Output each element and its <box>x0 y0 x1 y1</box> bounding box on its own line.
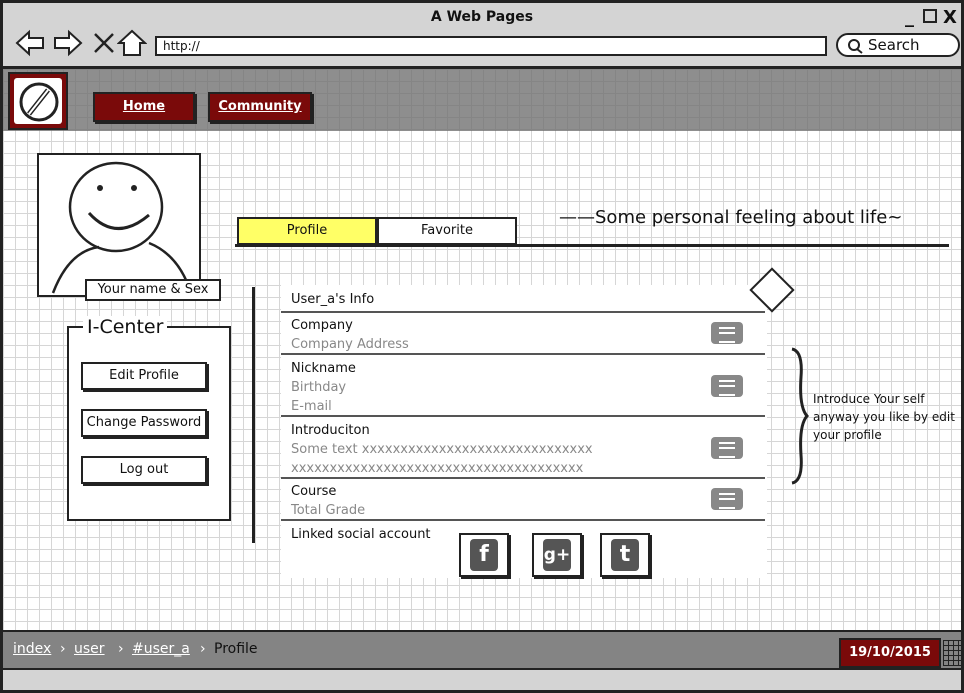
resize-grip-icon[interactable] <box>943 640 961 666</box>
tab-favorite[interactable]: Favorite <box>377 217 517 245</box>
breadcrumb-user[interactable]: user <box>74 641 105 657</box>
nav-home[interactable]: Home <box>93 92 195 122</box>
breadcrumb-current: Profile <box>214 641 258 657</box>
i-center-title: I-Center <box>83 316 168 338</box>
tab-underline <box>235 244 949 247</box>
window-title: A Web Pages <box>430 9 534 25</box>
site-header: Home Community <box>3 69 961 131</box>
breadcrumb-user-a[interactable]: #user_a <box>132 641 190 657</box>
list-item-course: Course Total Grade <box>281 479 765 521</box>
tab-profile[interactable]: Profile <box>237 217 377 245</box>
breadcrumb-index[interactable]: index <box>13 641 51 657</box>
total-grade-label: Total Grade <box>291 503 366 518</box>
status-bar <box>3 668 961 690</box>
birthday-label: Birthday <box>291 380 347 395</box>
change-password-button[interactable]: Change Password <box>81 409 207 437</box>
browser-window: A Web Pages _ X http:// Search Home Comm… <box>0 0 964 693</box>
close-window-icon[interactable]: X <box>943 7 957 28</box>
page-footer: index › user › #user_a › Profile 19/10/2… <box>3 630 961 668</box>
search-icon <box>848 39 863 54</box>
list-item-introduction: Introduciton Some text xxxxxxxxxxxxxxxxx… <box>281 417 765 479</box>
address-bar[interactable]: http:// <box>155 36 827 56</box>
date-badge: 19/10/2015 <box>839 638 941 668</box>
search-label: Search <box>868 36 920 54</box>
info-panel: User_a's Info Company Company Address Ni… <box>281 285 767 578</box>
breadcrumb-separator: › <box>200 641 206 657</box>
curly-brace-icon <box>791 347 809 485</box>
google-plus-button[interactable]: g+ <box>532 533 582 577</box>
introduction-text-line-2: xxxxxxxxxxxxxxxxxxxxxxxxxxxxxxxxxxxxxx <box>291 461 584 476</box>
i-center-panel: I-Center Edit Profile Change Password Lo… <box>67 316 231 521</box>
minimize-icon[interactable]: _ <box>905 7 914 28</box>
back-arrow-icon[interactable] <box>15 29 45 57</box>
list-item-nickname: Nickname Birthday E-mail <box>281 355 765 417</box>
google-plus-icon: g+ <box>543 539 571 571</box>
site-logo[interactable] <box>8 72 68 130</box>
name-sex-label: Your name & Sex <box>85 279 221 301</box>
facebook-icon: f <box>470 539 498 571</box>
company-address-label: Company Address <box>291 337 409 352</box>
page-content: Home Community Your name & Sex I-Center … <box>3 69 961 630</box>
nickname-label: Nickname <box>291 361 356 376</box>
menu-icon[interactable] <box>711 375 743 397</box>
facebook-button[interactable]: f <box>459 533 509 577</box>
twitter-button[interactable]: t <box>600 533 650 577</box>
breadcrumb-separator: › <box>60 641 66 657</box>
personal-tagline: ——Some personal feeling about life~ <box>559 207 903 228</box>
introduction-text-line-1: Some text xxxxxxxxxxxxxxxxxxxxxxxxxxxxxx <box>291 442 593 457</box>
email-label: E-mail <box>291 399 332 414</box>
course-label: Course <box>291 484 337 499</box>
twitter-icon: t <box>611 539 639 571</box>
search-input[interactable]: Search <box>836 33 960 57</box>
list-item-company: Company Company Address <box>281 313 765 355</box>
breadcrumb-separator: › <box>118 641 124 657</box>
menu-icon[interactable] <box>711 322 743 344</box>
home-icon[interactable] <box>117 29 147 57</box>
introduction-label: Introduciton <box>291 423 370 438</box>
company-label: Company <box>291 318 353 333</box>
annotation-note: Introduce Your self anyway you like by e… <box>813 392 955 442</box>
edit-profile-button[interactable]: Edit Profile <box>81 362 207 390</box>
info-header-row: User_a's Info <box>281 285 765 313</box>
logout-button[interactable]: Log out <box>81 456 207 484</box>
pencil-logo-icon <box>19 82 59 122</box>
linked-social-label: Linked social account <box>291 527 431 542</box>
content-divider <box>252 287 255 543</box>
menu-icon[interactable] <box>711 488 743 510</box>
browser-toolbar: A Web Pages _ X http:// Search <box>3 3 961 69</box>
user-avatar-icon <box>51 161 193 294</box>
forward-arrow-icon[interactable] <box>53 29 83 57</box>
nav-community[interactable]: Community <box>208 92 312 122</box>
menu-icon[interactable] <box>711 437 743 459</box>
info-header: User_a's Info <box>291 292 375 307</box>
maximize-icon[interactable] <box>923 9 937 23</box>
avatar[interactable] <box>37 153 201 297</box>
